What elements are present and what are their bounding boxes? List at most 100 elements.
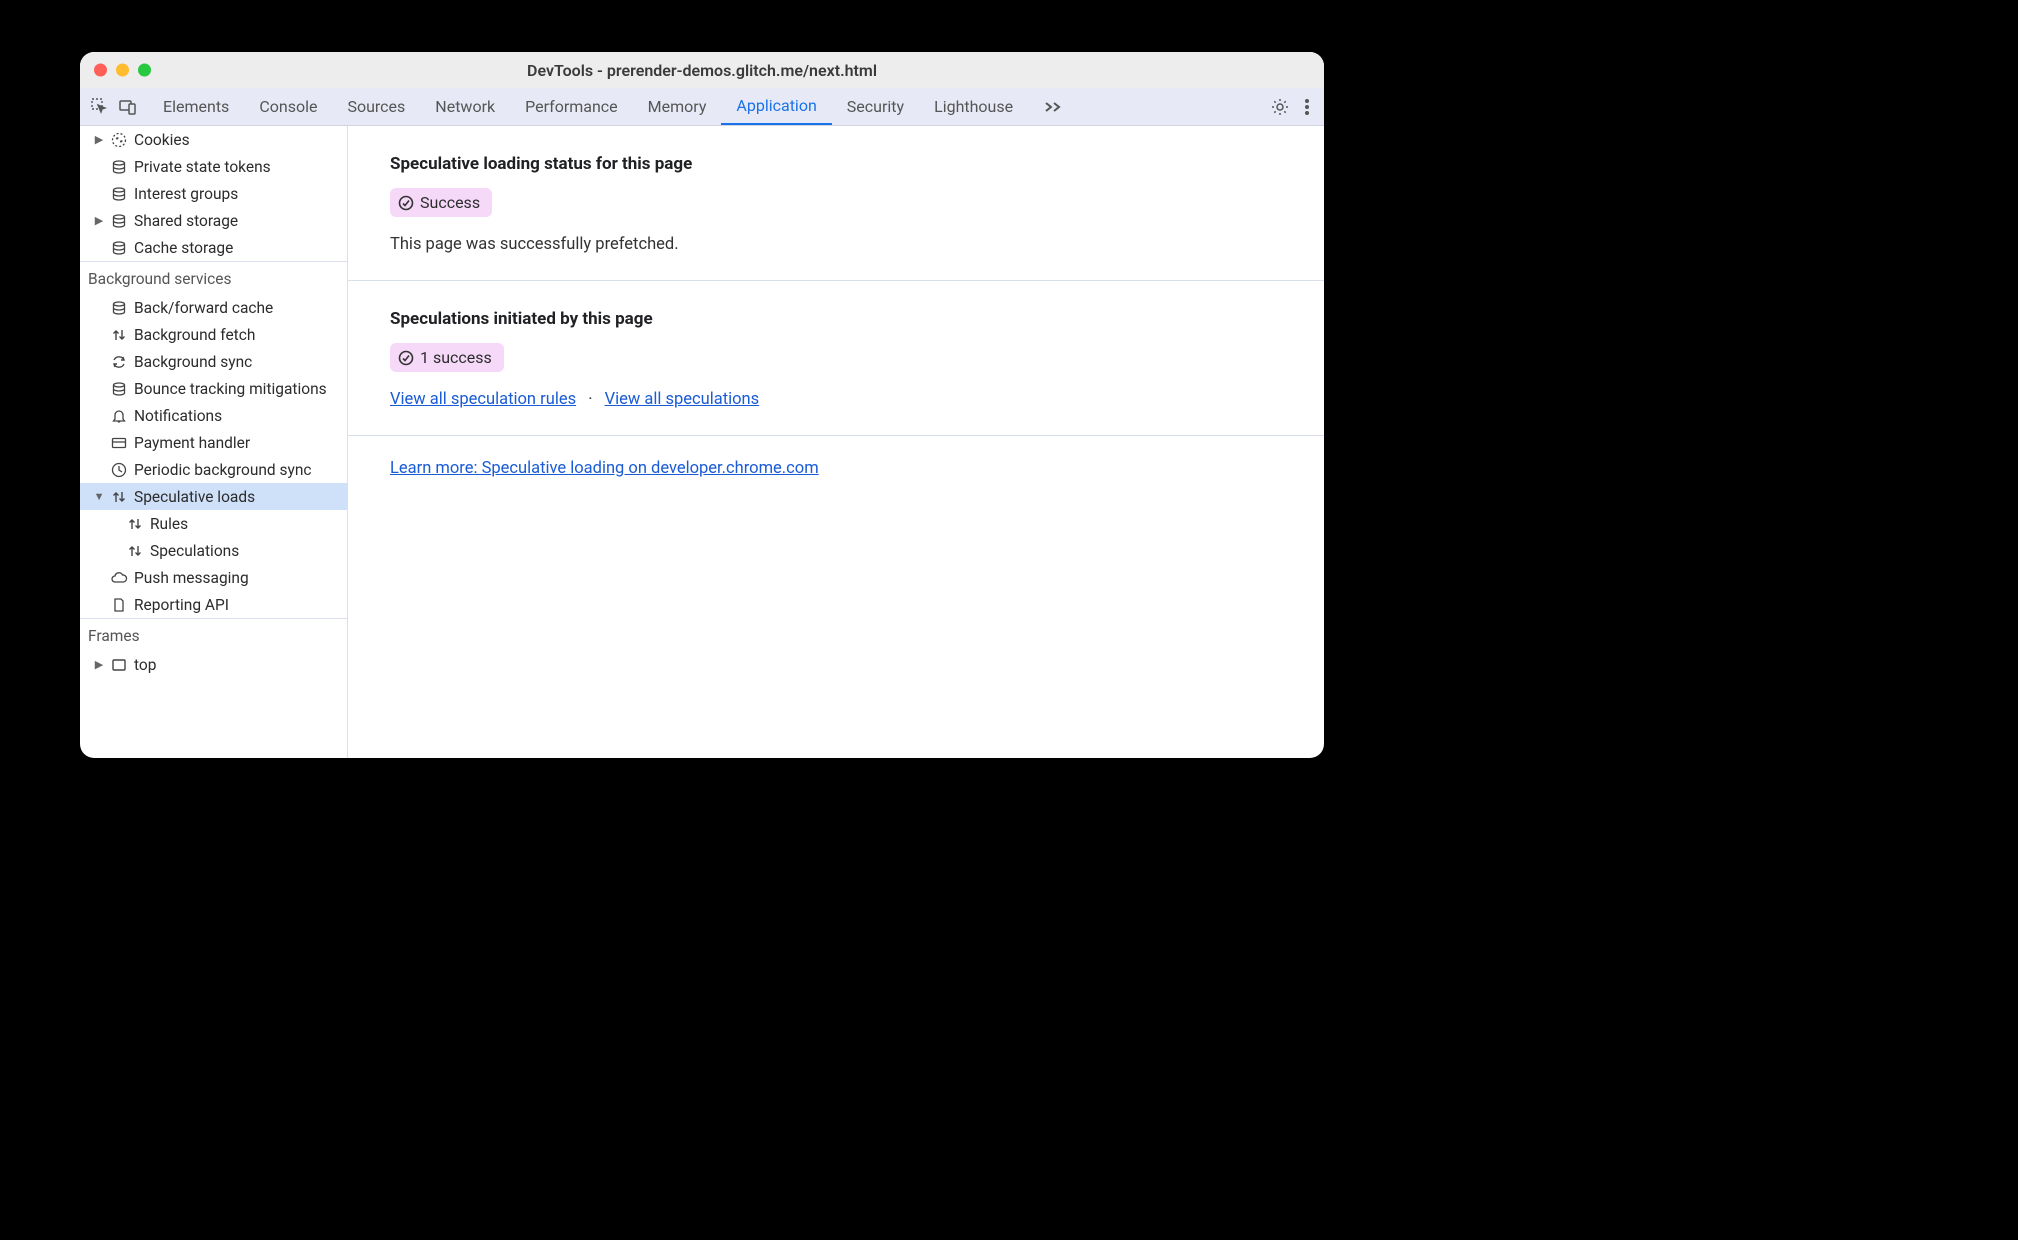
sidebar-item-label: Push messaging	[134, 569, 249, 587]
device-toolbar-icon[interactable]	[118, 97, 138, 117]
sidebar-item-periodic-sync[interactable]: Periodic background sync	[80, 456, 347, 483]
sidebar-item-bounce-tracking[interactable]: Bounce tracking mitigations	[80, 375, 347, 402]
tab-network[interactable]: Network	[420, 88, 510, 125]
more-icon[interactable]	[1304, 97, 1310, 117]
database-icon	[110, 299, 128, 317]
sidebar-item-shared-storage[interactable]: ▶ Shared storage	[80, 207, 347, 234]
sidebar-item-background-sync[interactable]: Background sync	[80, 348, 347, 375]
doc-icon	[110, 596, 128, 614]
titlebar: DevTools - prerender-demos.glitch.me/nex…	[80, 52, 1324, 88]
settings-icon[interactable]	[1270, 97, 1290, 117]
devtools-window: DevTools - prerender-demos.glitch.me/nex…	[80, 52, 1324, 758]
sidebar-item-label: Cookies	[134, 131, 190, 149]
sidebar-item-label: Payment handler	[134, 434, 250, 452]
sidebar-item-payment-handler[interactable]: Payment handler	[80, 429, 347, 456]
status-badge: Success	[390, 188, 492, 217]
sidebar-item-label: Speculations	[150, 542, 239, 560]
tab-security[interactable]: Security	[832, 88, 919, 125]
speculation-links: View all speculation rules · View all sp…	[390, 390, 1282, 409]
tab-application[interactable]: Application	[721, 88, 831, 125]
sidebar-item-label: Reporting API	[134, 596, 229, 614]
database-icon	[110, 239, 128, 257]
chevron-right-icon: ▶	[94, 658, 104, 671]
tab-sources[interactable]: Sources	[332, 88, 420, 125]
sidebar-item-label: Background sync	[134, 353, 252, 371]
main-toolbar: Elements Console Sources Network Perform…	[80, 88, 1324, 126]
sidebar-item-label: top	[134, 656, 156, 674]
sidebar-item-label: Periodic background sync	[134, 461, 312, 479]
traffic-lights	[94, 64, 151, 77]
updown-icon	[110, 326, 128, 344]
sidebar-item-label: Rules	[150, 515, 188, 533]
sidebar-item-interest-groups[interactable]: Interest groups	[80, 180, 347, 207]
success-check-icon	[398, 195, 414, 211]
sidebar-item-label: Shared storage	[134, 212, 238, 230]
chevron-right-icon: ▶	[94, 133, 104, 146]
tab-overflow[interactable]	[1028, 88, 1078, 125]
tab-memory[interactable]: Memory	[633, 88, 722, 125]
bell-icon	[110, 407, 128, 425]
sidebar-item-push-messaging[interactable]: Push messaging	[80, 564, 347, 591]
tab-elements[interactable]: Elements	[148, 88, 244, 125]
initiated-heading: Speculations initiated by this page	[390, 309, 1282, 329]
database-icon	[110, 158, 128, 176]
frame-icon	[110, 656, 128, 674]
tab-performance[interactable]: Performance	[510, 88, 633, 125]
database-icon	[110, 212, 128, 230]
sidebar-item-label: Private state tokens	[134, 158, 271, 176]
content-area: ▶ Cookies Private state tokens Interest …	[80, 126, 1324, 758]
sidebar-item-private-state-tokens[interactable]: Private state tokens	[80, 153, 347, 180]
database-icon	[110, 185, 128, 203]
tab-console[interactable]: Console	[244, 88, 332, 125]
sidebar-item-back-forward-cache[interactable]: Back/forward cache	[80, 294, 347, 321]
sidebar-item-cookies[interactable]: ▶ Cookies	[80, 126, 347, 153]
view-rules-link[interactable]: View all speculation rules	[390, 390, 576, 409]
sidebar-item-notifications[interactable]: Notifications	[80, 402, 347, 429]
toolbar-right	[1262, 97, 1318, 117]
updown-icon	[126, 542, 144, 560]
status-badge-label: Success	[420, 193, 480, 212]
window-title: DevTools - prerender-demos.glitch.me/nex…	[527, 61, 877, 80]
application-sidebar: ▶ Cookies Private state tokens Interest …	[80, 126, 348, 758]
panel-tabs: Elements Console Sources Network Perform…	[148, 88, 1262, 125]
inspect-element-icon[interactable]	[90, 97, 110, 117]
clock-icon	[110, 461, 128, 479]
cookie-icon	[110, 131, 128, 149]
minimize-window-button[interactable]	[116, 64, 129, 77]
sidebar-item-cache-storage[interactable]: Cache storage	[80, 234, 347, 261]
chevron-right-icon: ▶	[94, 214, 104, 227]
status-section: Speculative loading status for this page…	[348, 126, 1324, 281]
sidebar-item-speculative-loads[interactable]: ▼ Speculative loads	[80, 483, 347, 510]
sidebar-item-background-fetch[interactable]: Background fetch	[80, 321, 347, 348]
cloud-icon	[110, 569, 128, 587]
sidebar-item-label: Speculative loads	[134, 488, 255, 506]
card-icon	[110, 434, 128, 452]
maximize-window-button[interactable]	[138, 64, 151, 77]
sidebar-item-rules[interactable]: Rules	[80, 510, 347, 537]
sidebar-item-label: Notifications	[134, 407, 222, 425]
view-speculations-link[interactable]: View all speculations	[605, 390, 760, 409]
sidebar-item-top-frame[interactable]: ▶ top	[80, 651, 347, 678]
sync-icon	[110, 353, 128, 371]
sidebar-item-reporting-api[interactable]: Reporting API	[80, 591, 347, 618]
toolbar-left	[86, 97, 148, 117]
sidebar-item-label: Back/forward cache	[134, 299, 273, 317]
chevron-down-icon: ▼	[94, 490, 104, 503]
updown-icon	[126, 515, 144, 533]
database-icon	[110, 380, 128, 398]
status-description: This page was successfully prefetched.	[390, 235, 1282, 254]
tab-lighthouse[interactable]: Lighthouse	[919, 88, 1028, 125]
sidebar-item-label: Background fetch	[134, 326, 255, 344]
status-heading: Speculative loading status for this page	[390, 154, 1282, 174]
sidebar-section-frames: Frames	[80, 618, 347, 651]
sidebar-item-speculations[interactable]: Speculations	[80, 537, 347, 564]
initiated-section: Speculations initiated by this page 1 su…	[348, 281, 1324, 436]
close-window-button[interactable]	[94, 64, 107, 77]
learn-more-section: Learn more: Speculative loading on devel…	[348, 436, 1324, 504]
initiated-badge: 1 success	[390, 343, 504, 372]
success-check-icon	[398, 350, 414, 366]
sidebar-item-label: Interest groups	[134, 185, 238, 203]
separator-dot: ·	[588, 390, 592, 409]
main-panel: Speculative loading status for this page…	[348, 126, 1324, 758]
learn-more-link[interactable]: Learn more: Speculative loading on devel…	[390, 459, 819, 478]
